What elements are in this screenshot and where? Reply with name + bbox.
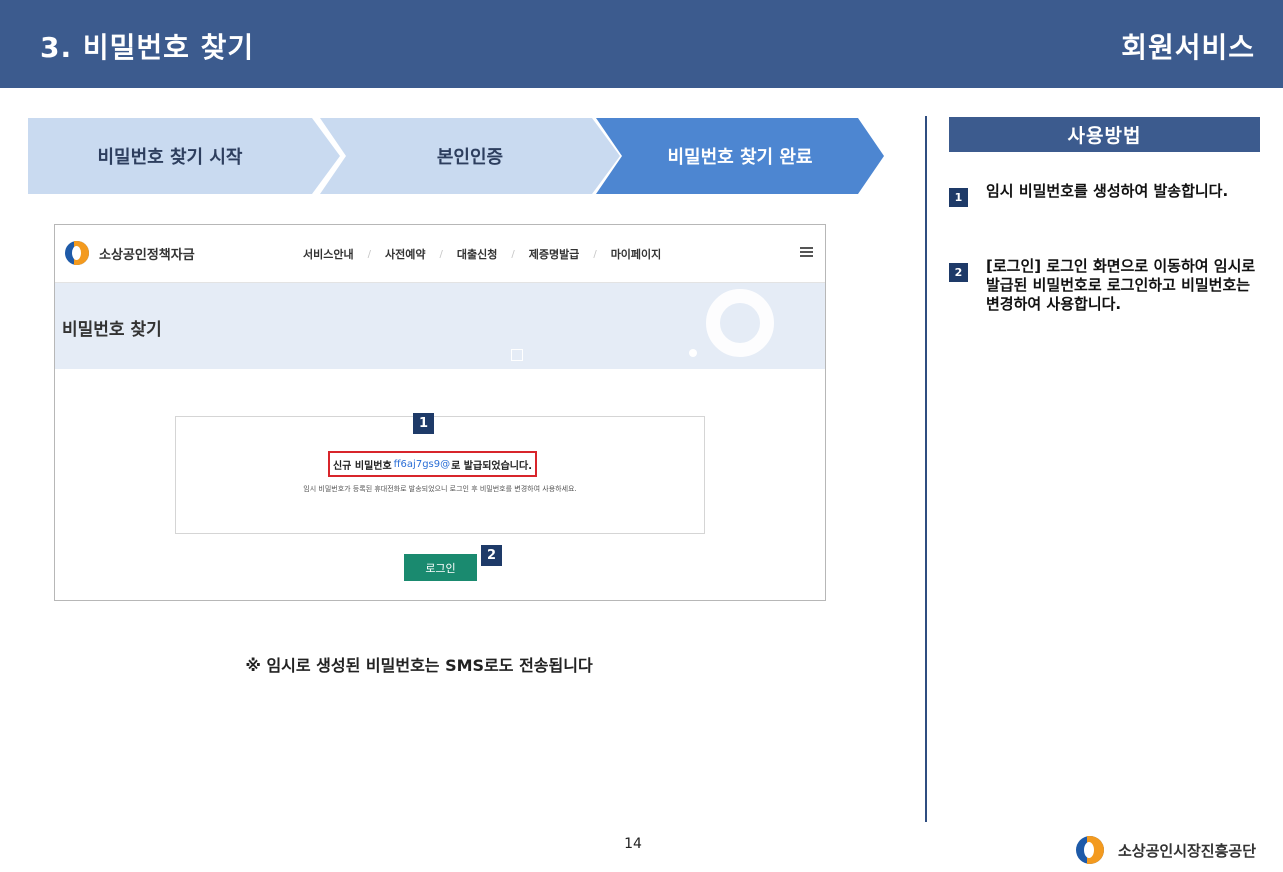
callout-badge-1: 1 (413, 413, 434, 434)
slide-title: 3. 비밀번호 찾기 (40, 31, 255, 64)
footer-logo: 소상공인시장진흥공단 (1076, 836, 1256, 864)
nav-item-mypage[interactable]: 마이페이지 (611, 246, 662, 262)
step-start-label: 비밀번호 찾기 시작 (97, 147, 243, 168)
nav-separator: / (593, 248, 597, 260)
result-box: 신규 비밀번호 ff6aj7gs9@ 로 발급되었습니다. 임시 비밀번호가 등… (175, 416, 705, 534)
howto-badge: 1 (949, 188, 968, 207)
site-nav-menu: 서비스안내 / 사전예약 / 대출신청 / 제증명발급 / 마이페이지 (303, 246, 661, 262)
howto-item: 2 [로그인] 로그인 화면으로 이동하여 임시로 발급된 비밀번호로 로그인하… (949, 257, 1264, 314)
howto-badge: 2 (949, 263, 968, 282)
howto-title: 사용방법 (949, 117, 1260, 152)
org-name: 소상공인시장진흥공단 (1118, 841, 1257, 860)
site-logo-text: 소상공인정책자금 (99, 247, 195, 263)
new-password-message: 신규 비밀번호 ff6aj7gs9@ 로 발급되었습니다. (328, 451, 537, 477)
result-note: 임시 비밀번호가 등록된 휴대전화로 발송되었으니 로그인 후 비밀번호를 변경… (303, 485, 577, 493)
nav-separator: / (439, 248, 443, 260)
callout-badge-2: 2 (481, 545, 502, 566)
decorative-square (511, 349, 523, 361)
step-complete-label: 비밀번호 찾기 완료 (667, 147, 813, 168)
howto-text: 임시 비밀번호를 생성하여 발송합니다. (986, 182, 1229, 200)
new-password-prefix: 신규 비밀번호 (332, 460, 392, 472)
menu-icon[interactable] (800, 247, 813, 257)
site-logo[interactable]: 소상공인정책자금 (65, 241, 195, 265)
section-title: 회원서비스 (1121, 31, 1255, 64)
new-password-suffix: 로 발급되었습니다. (451, 460, 533, 472)
decorative-ring (706, 289, 774, 357)
step-complete: 비밀번호 찾기 완료 (596, 118, 884, 194)
step-start: 비밀번호 찾기 시작 (28, 118, 340, 194)
step-flow: 비밀번호 찾기 시작 본인인증 비밀번호 찾기 완료 (28, 118, 884, 194)
slide-header: 3. 비밀번호 찾기 회원서비스 (0, 0, 1283, 88)
nav-item-certificates[interactable]: 제증명발급 (529, 246, 580, 262)
embedded-screenshot: 소상공인정책자금 서비스안내 / 사전예약 / 대출신청 / 제증명발급 / 마… (54, 224, 826, 601)
vertical-divider (925, 116, 927, 822)
nav-separator: / (511, 248, 515, 260)
nav-item-pre-reservation[interactable]: 사전예약 (385, 246, 425, 262)
step-verify: 본인인증 (320, 118, 620, 194)
logo-mark-icon (65, 241, 93, 265)
sms-footnote: ※ 임시로 생성된 비밀번호는 SMS로도 전송됩니다 (245, 656, 593, 675)
howto-text: [로그인] 로그인 화면으로 이동하여 임시로 발급된 비밀번호로 로그인하고 … (986, 257, 1256, 313)
decorative-dot (689, 349, 697, 357)
nav-separator: / (367, 248, 371, 260)
banner-title: 비밀번호 찾기 (62, 320, 162, 340)
org-logo-icon (1076, 836, 1108, 864)
howto-item: 1 임시 비밀번호를 생성하여 발송합니다. (949, 182, 1264, 207)
site-navbar: 소상공인정책자금 서비스안내 / 사전예약 / 대출신청 / 제증명발급 / 마… (55, 225, 825, 283)
nav-item-service-info[interactable]: 서비스안내 (303, 246, 354, 262)
new-password-value: ff6aj7gs9@ (393, 458, 451, 470)
step-verify-label: 본인인증 (436, 147, 504, 168)
login-button[interactable]: 로그인 (404, 554, 477, 581)
nav-item-loan-application[interactable]: 대출신청 (457, 246, 497, 262)
page-banner: 비밀번호 찾기 (55, 283, 825, 369)
